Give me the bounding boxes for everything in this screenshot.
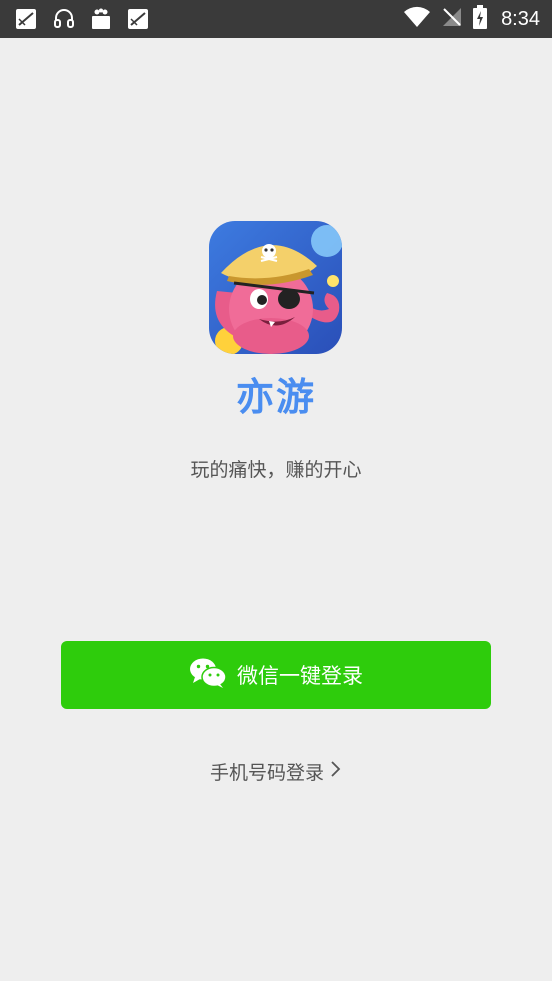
battery-charging-icon [473,5,488,33]
app-slogan: 玩的痛快，赚的开心 [190,459,362,481]
pirate-octopus-logo-icon [209,221,342,354]
shopping-bag-icon [89,7,113,31]
no-signal-icon [441,6,463,32]
clock-time: 8:34 [501,7,540,30]
status-bar-right: 8:34 [403,0,540,38]
wechat-login-label: 微信一键登录 [237,664,363,688]
image-icon [126,7,150,31]
app-name: 亦游 [235,375,316,419]
image-icon [14,7,38,31]
status-bar: 8:34 [0,0,552,38]
wechat-login-button[interactable]: 微信一键登录 [61,641,491,709]
chevron-right-icon [330,759,342,784]
phone-login-link[interactable]: 手机号码登录 [0,758,552,785]
headset-icon [52,7,76,31]
wechat-icon [189,657,227,694]
phone-login-label: 手机号码登录 [209,762,324,784]
wifi-icon [403,6,431,32]
